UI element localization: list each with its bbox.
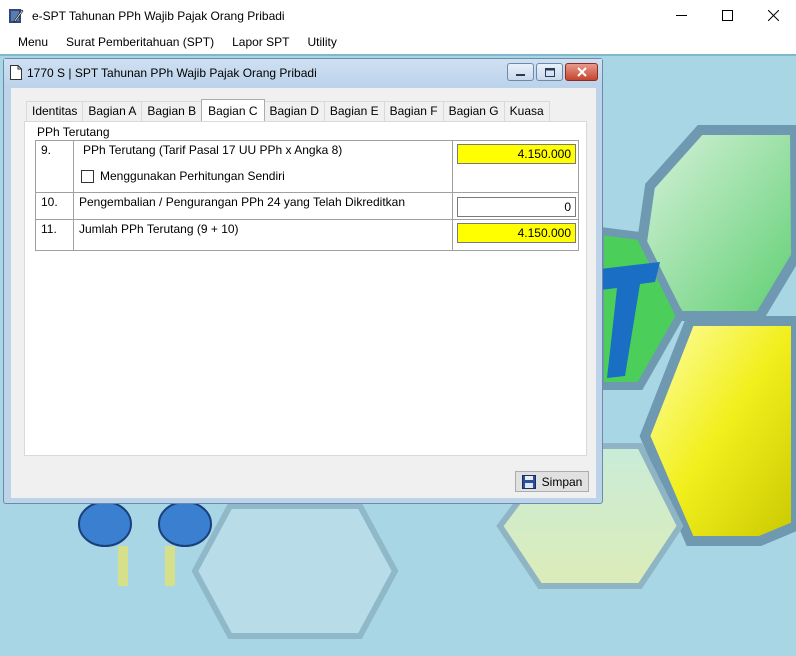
minimize-button[interactable] xyxy=(658,0,704,31)
close-icon xyxy=(767,10,779,21)
app-titlebar: e-SPT Tahunan PPh Wajib Pajak Orang Prib… xyxy=(0,0,796,31)
table-row: 10. Pengembalian / Pengurangan PPh 24 ya… xyxy=(35,192,579,219)
child-minimize-button[interactable] xyxy=(507,63,534,81)
child-window-controls xyxy=(507,63,598,81)
tab-bagian-c[interactable]: Bagian C xyxy=(201,99,265,121)
app-title: e-SPT Tahunan PPh Wajib Pajak Orang Prib… xyxy=(32,8,285,23)
menu-item-spt[interactable]: Surat Pemberitahuan (SPT) xyxy=(57,31,223,54)
value-field-pengembalian[interactable]: 0 xyxy=(457,197,576,217)
table-row: 11. Jumlah PPh Terutang (9 + 10) 4.150.0… xyxy=(35,219,579,251)
table-row: 9. PPh Terutang (Tarif Pasal 17 UU PPh x… xyxy=(35,140,579,192)
child-window-body: Identitas Bagian A Bagian B Bagian C Bag… xyxy=(11,88,596,498)
tab-strip: Identitas Bagian A Bagian B Bagian C Bag… xyxy=(26,99,550,121)
row-number: 9. xyxy=(36,141,74,192)
child-window-title: 1770 S | SPT Tahunan PPh Wajib Pajak Ora… xyxy=(27,65,317,80)
pph-terutang-table: 9. PPh Terutang (Tarif Pasal 17 UU PPh x… xyxy=(35,140,579,251)
tab-bagian-d[interactable]: Bagian D xyxy=(263,101,325,121)
checkbox-perhitungan-sendiri[interactable] xyxy=(81,169,94,183)
checkbox-label: Menggunakan Perhitungan Sendiri xyxy=(100,169,285,183)
close-button[interactable] xyxy=(750,0,796,31)
close-icon xyxy=(576,67,587,77)
child-titlebar: 1770 S | SPT Tahunan PPh Wajib Pajak Ora… xyxy=(4,59,602,86)
document-icon xyxy=(10,65,22,80)
tab-bagian-b[interactable]: Bagian B xyxy=(141,101,203,121)
tab-bagian-e[interactable]: Bagian E xyxy=(323,101,385,121)
child-restore-button[interactable] xyxy=(536,63,563,81)
row-number: 11. xyxy=(36,220,74,250)
save-button[interactable]: Simpan xyxy=(515,471,589,492)
save-button-label: Simpan xyxy=(541,474,583,489)
row-value-cell: 0 xyxy=(453,193,580,219)
floppy-disk-icon xyxy=(521,474,536,489)
row-description: Pengembalian / Pengurangan PPh 24 yang T… xyxy=(74,193,453,219)
spt-1770s-window: 1770 S | SPT Tahunan PPh Wajib Pajak Ora… xyxy=(3,58,603,504)
maximize-button[interactable] xyxy=(704,0,750,31)
checkbox-row: Menggunakan Perhitungan Sendiri xyxy=(81,169,285,183)
menu-item-utility[interactable]: Utility xyxy=(298,31,345,54)
minimize-icon xyxy=(516,73,525,76)
tab-bagian-f[interactable]: Bagian F xyxy=(383,101,444,121)
maximize-icon xyxy=(721,10,733,21)
minimize-icon xyxy=(675,15,687,16)
row-value-cell: 4.150.000 xyxy=(453,220,580,250)
child-close-button[interactable] xyxy=(565,63,598,81)
row-description: PPh Terutang (Tarif Pasal 17 UU PPh x An… xyxy=(74,141,453,192)
section-label: PPh Terutang xyxy=(37,125,110,139)
tab-bagian-a[interactable]: Bagian A xyxy=(82,101,143,121)
tab-panel-bagian-c: PPh Terutang 9. PPh Terutang (Tarif Pasa… xyxy=(24,121,587,456)
tab-kuasa[interactable]: Kuasa xyxy=(503,101,550,121)
menu-item-lapor-spt[interactable]: Lapor SPT xyxy=(223,31,298,54)
value-field-pph-terutang[interactable]: 4.150.000 xyxy=(457,144,576,164)
tab-identitas[interactable]: Identitas xyxy=(26,101,84,121)
row-description-text: PPh Terutang (Tarif Pasal 17 UU PPh x An… xyxy=(83,143,343,157)
row-value-cell: 4.150.000 xyxy=(453,141,580,192)
row-description: Jumlah PPh Terutang (9 + 10) xyxy=(74,220,453,250)
value-field-jumlah-pph[interactable]: 4.150.000 xyxy=(457,223,576,243)
menu-bar: Menu Surat Pemberitahuan (SPT) Lapor SPT… xyxy=(0,31,796,54)
window-controls xyxy=(658,0,796,31)
menu-item-menu[interactable]: Menu xyxy=(9,31,57,54)
row-number: 10. xyxy=(36,193,74,219)
notebook-pencil-icon xyxy=(9,8,24,23)
tab-bagian-g[interactable]: Bagian G xyxy=(442,101,505,121)
restore-icon xyxy=(544,67,555,77)
